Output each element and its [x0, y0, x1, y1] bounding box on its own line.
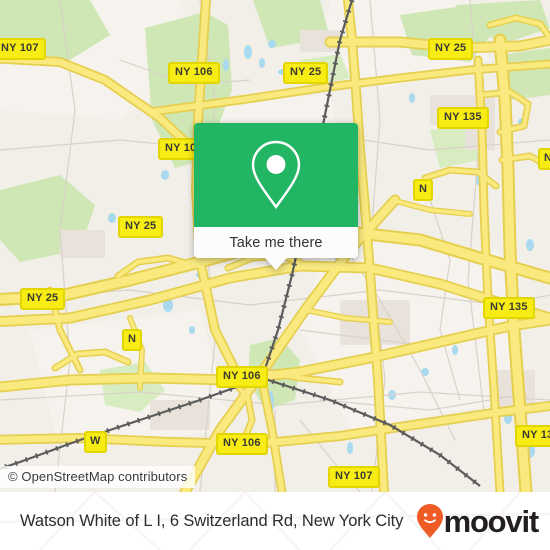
- place-name-label: Watson White of L I, 6 Switzerland Rd, N…: [0, 512, 403, 531]
- route-shield: NY 106: [168, 62, 220, 84]
- route-shield: NY 107: [0, 38, 46, 60]
- route-shield: N: [413, 179, 434, 201]
- route-shield: NY 106: [216, 433, 268, 455]
- location-callout-card[interactable]: Take me there: [194, 123, 358, 270]
- place-name-text: Watson White of L I, 6 Switzerland Rd, N…: [20, 511, 404, 530]
- route-shield: NY 135: [437, 107, 489, 129]
- osm-attribution[interactable]: © OpenStreetMap contributors: [0, 466, 196, 488]
- route-shield: W: [84, 431, 107, 453]
- route-shield: N: [538, 148, 550, 170]
- take-me-there-label: Take me there: [229, 234, 323, 251]
- osm-attribution-text: © OpenStreetMap contributors: [8, 469, 188, 484]
- callout-pointer-tail: [265, 258, 287, 270]
- map-screen: NY 107 NY 106 NY 25 NY 25 NY 135 NY 106 N N NY 2…: [0, 0, 550, 550]
- route-shield: NY 135: [515, 425, 550, 447]
- route-shield: NY 107: [328, 466, 380, 488]
- map-pin-icon: [251, 140, 301, 210]
- route-shield: NY 135: [483, 297, 535, 319]
- route-shield: NY 25: [20, 288, 66, 310]
- bottom-info-bar: Watson White of L I, 6 Switzerland Rd, N…: [0, 492, 550, 550]
- route-shield: NY 25: [428, 38, 474, 60]
- callout-image-panel: [194, 123, 358, 227]
- moovit-pin-icon: [416, 504, 443, 538]
- take-me-there-button[interactable]: Take me there: [194, 227, 358, 258]
- route-shield: N: [122, 329, 143, 351]
- moovit-logo[interactable]: moovit: [416, 503, 540, 539]
- route-shield: NY 25: [118, 216, 164, 238]
- moovit-wordmark: moovit: [443, 503, 540, 539]
- route-shield: NY 25: [283, 62, 329, 84]
- map-canvas[interactable]: NY 107 NY 106 NY 25 NY 25 NY 135 NY 106 N N NY 2…: [0, 0, 550, 492]
- route-shield: NY 106: [216, 366, 268, 388]
